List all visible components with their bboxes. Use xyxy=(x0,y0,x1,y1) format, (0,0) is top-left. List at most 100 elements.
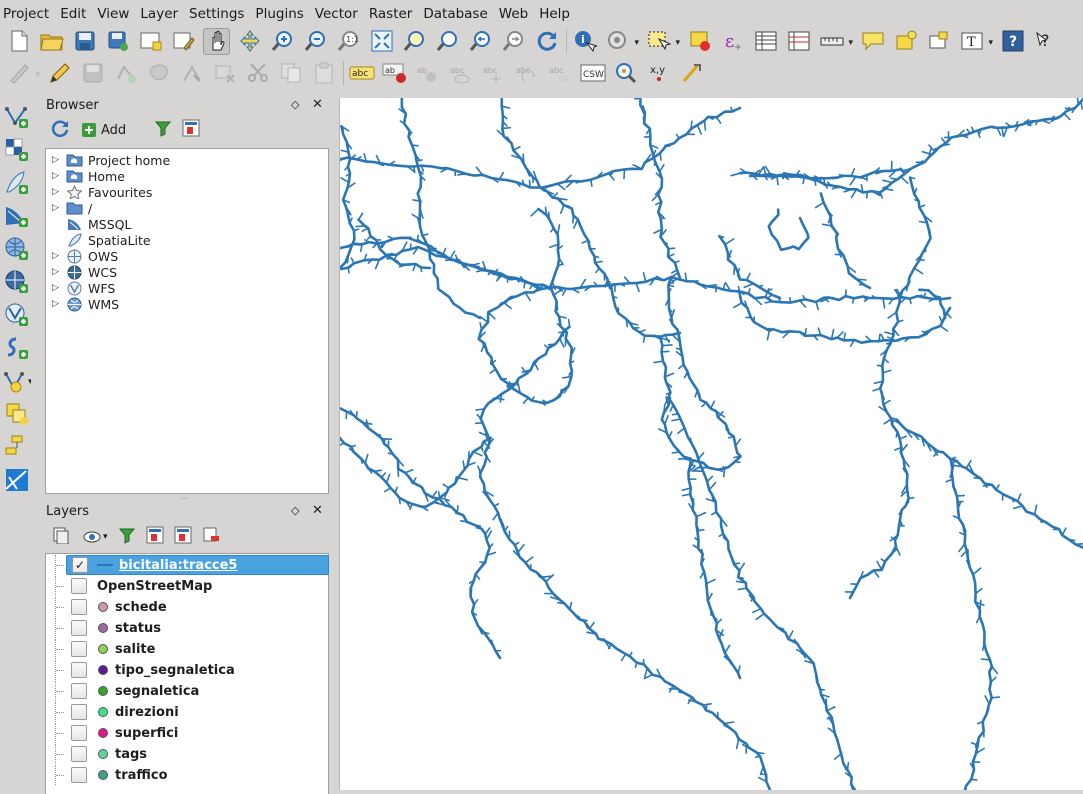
run-feature-action-icon[interactable]: ▾ xyxy=(604,28,631,55)
node-tool-icon[interactable] xyxy=(178,60,205,87)
browser-item[interactable]: MSSQL xyxy=(46,216,131,232)
metasearch-csw-icon[interactable]: CSW xyxy=(579,60,606,87)
menu-project[interactable]: Project xyxy=(0,6,55,22)
collapse-all-layers-icon[interactable] xyxy=(174,526,192,548)
expand-arrow-icon[interactable]: ▷ xyxy=(52,203,62,213)
expand-all-icon[interactable] xyxy=(146,526,164,548)
identify-features-icon[interactable]: i xyxy=(571,28,598,55)
menu-database[interactable]: Database xyxy=(418,6,493,22)
add-mssql-layer-icon[interactable] xyxy=(3,202,31,230)
create-layer-from-selection-icon[interactable] xyxy=(3,400,31,428)
layer-item[interactable]: salite xyxy=(46,639,161,659)
change-label-icon[interactable]: abc xyxy=(546,60,573,87)
whats-this-icon[interactable]: ? xyxy=(1032,28,1059,55)
select-features-icon[interactable]: ▾ xyxy=(645,28,672,55)
coordinate-capture-icon[interactable]: x,y xyxy=(645,60,672,87)
expand-arrow-icon[interactable]: ▷ xyxy=(52,171,62,181)
expand-arrow-icon[interactable]: ▷ xyxy=(52,299,62,309)
layer-item[interactable]: superfici xyxy=(46,723,184,743)
layer-item[interactable]: tipo_segnaletica xyxy=(46,660,241,680)
menu-help[interactable]: Help xyxy=(534,6,576,22)
browser-item[interactable]: ▷WCS xyxy=(46,264,117,280)
layer-item[interactable]: schede xyxy=(46,597,173,617)
add-vector-layer-icon[interactable] xyxy=(3,103,31,131)
current-edits-icon[interactable]: ▾ xyxy=(5,60,32,87)
new-print-composer-icon[interactable] xyxy=(137,28,164,55)
pin-labels-icon[interactable]: ab xyxy=(381,60,408,87)
layer-visibility-checkbox[interactable]: ✓ xyxy=(72,557,88,573)
close-panel-icon[interactable]: ✕ xyxy=(312,97,323,112)
add-map-layer-icon[interactable] xyxy=(3,466,31,494)
show-hide-labels-icon[interactable]: abc xyxy=(447,60,474,87)
browser-item[interactable]: ▷WMS xyxy=(46,296,119,312)
zoom-to-selection-icon[interactable] xyxy=(401,28,428,55)
zoom-to-layer-icon[interactable] xyxy=(434,28,461,55)
new-bookmark-icon[interactable] xyxy=(892,28,919,55)
menu-raster[interactable]: Raster xyxy=(364,6,419,22)
composer-manager-icon[interactable] xyxy=(170,28,197,55)
layer-visibility-checkbox[interactable] xyxy=(71,641,87,657)
manage-visibility-icon[interactable]: ▾ xyxy=(83,528,108,546)
add-virtual-layer-icon[interactable] xyxy=(3,433,31,461)
expand-arrow-icon[interactable]: ▷ xyxy=(52,267,62,277)
browser-item[interactable]: SpatiaLite xyxy=(46,232,151,248)
add-wms-layer-icon[interactable] xyxy=(3,235,31,263)
add-wfs-layer-icon[interactable] xyxy=(3,301,31,329)
move-feature-icon[interactable] xyxy=(145,60,172,87)
menu-edit[interactable]: Edit xyxy=(55,6,92,22)
browser-item[interactable]: ▷OWS xyxy=(46,248,118,264)
layer-item[interactable]: tags xyxy=(46,744,153,764)
layer-visibility-checkbox[interactable] xyxy=(71,620,87,636)
menu-view[interactable]: View xyxy=(92,6,135,22)
rotate-label-icon[interactable]: abc xyxy=(513,60,540,87)
add-delimited-text-layer-icon[interactable] xyxy=(3,334,31,362)
cut-features-icon[interactable] xyxy=(244,60,271,87)
zoom-last-icon[interactable] xyxy=(467,28,494,55)
add-selected-layers-button[interactable]: Add xyxy=(81,122,126,138)
menu-web[interactable]: Web xyxy=(494,6,534,22)
zoom-full-icon[interactable] xyxy=(368,28,395,55)
collapse-all-icon[interactable] xyxy=(182,119,200,141)
filter-browser-icon[interactable] xyxy=(154,119,172,141)
search-layer-icon[interactable] xyxy=(612,60,639,87)
layer-visibility-checkbox[interactable] xyxy=(71,725,87,741)
browser-item[interactable]: ▷WFS xyxy=(46,280,115,296)
zoom-next-icon[interactable] xyxy=(500,28,527,55)
help-contents-icon[interactable]: ? xyxy=(999,28,1026,55)
refresh-browser-icon[interactable] xyxy=(51,119,69,141)
menu-layer[interactable]: Layer xyxy=(135,6,184,22)
browser-item[interactable]: ▷Project home xyxy=(46,152,170,168)
expand-arrow-icon[interactable]: ▷ xyxy=(52,283,62,293)
browser-item[interactable]: ▷Favourites xyxy=(46,184,152,200)
add-raster-layer-icon[interactable] xyxy=(3,136,31,164)
measure-line-icon[interactable]: ▾ xyxy=(818,28,845,55)
remove-layer-icon[interactable] xyxy=(202,526,220,548)
highlight-pinned-labels-icon[interactable]: ab xyxy=(414,60,441,87)
menu-plugins[interactable]: Plugins xyxy=(250,6,309,22)
zoom-in-icon[interactable] xyxy=(269,28,296,55)
layer-item[interactable]: direzioni xyxy=(46,702,185,722)
browser-item[interactable]: ▷/ xyxy=(46,200,92,216)
open-attribute-table-icon[interactable] xyxy=(752,28,779,55)
layer-visibility-checkbox[interactable] xyxy=(71,662,87,678)
move-label-icon[interactable]: abc xyxy=(480,60,507,87)
add-wcs-layer-icon[interactable] xyxy=(3,268,31,296)
layer-labeling-icon[interactable]: abc xyxy=(348,60,375,87)
pan-map-icon[interactable] xyxy=(203,28,230,55)
float-panel-icon[interactable]: ◇ xyxy=(291,504,299,517)
add-group-icon[interactable] xyxy=(51,526,69,548)
layer-visibility-checkbox[interactable] xyxy=(71,704,87,720)
save-as-icon[interactable] xyxy=(104,28,131,55)
layer-item[interactable]: segnaletica xyxy=(46,681,205,701)
delete-selected-icon[interactable] xyxy=(211,60,238,87)
menu-vector[interactable]: Vector xyxy=(310,6,364,22)
show-bookmarks-icon[interactable] xyxy=(925,28,952,55)
expand-arrow-icon[interactable]: ▷ xyxy=(52,155,62,165)
layer-visibility-checkbox[interactable] xyxy=(71,683,87,699)
add-feature-icon[interactable] xyxy=(112,60,139,87)
layer-visibility-checkbox[interactable] xyxy=(71,746,87,762)
save-project-icon[interactable] xyxy=(71,28,98,55)
refresh-icon[interactable] xyxy=(533,28,560,55)
add-spatialite-layer-icon[interactable] xyxy=(3,169,31,197)
deselect-all-icon[interactable] xyxy=(686,28,713,55)
